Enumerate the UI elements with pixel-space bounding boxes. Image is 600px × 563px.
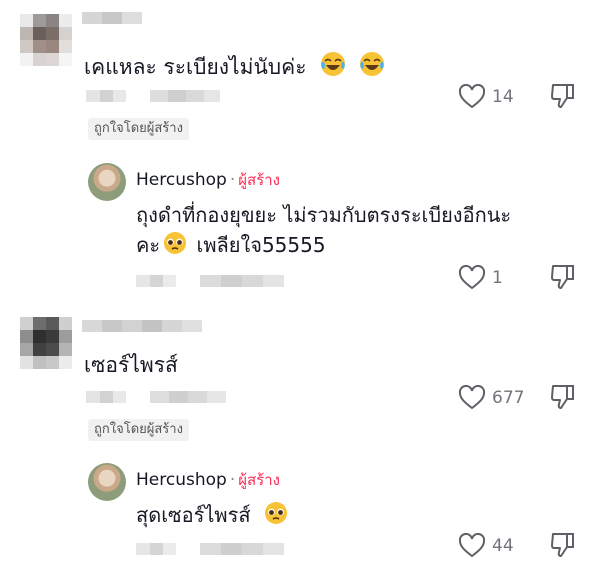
avatar[interactable]	[20, 317, 72, 369]
like-count: 14	[492, 87, 514, 107]
reply-header: Hercushop · ผู้สร้าง	[136, 170, 280, 190]
heart-outline-icon[interactable]	[458, 532, 486, 563]
avatar[interactable]	[88, 463, 126, 501]
timestamp-blurred	[86, 391, 126, 403]
face-with-tears-of-joy-icon	[319, 50, 347, 85]
creator-tag: ผู้สร้าง	[238, 171, 280, 189]
reply-link-blurred[interactable]	[150, 391, 226, 403]
pleading-face-icon	[162, 230, 188, 264]
like-count: 1	[492, 268, 503, 288]
avatar[interactable]	[88, 163, 126, 201]
pleading-face-icon	[263, 500, 289, 534]
like-count: 677	[492, 388, 525, 408]
heart-outline-icon[interactable]	[458, 83, 486, 114]
like-count: 44	[492, 536, 514, 556]
reply-header: Hercushop · ผู้สร้าง	[136, 470, 280, 490]
creator-liked-badge: ถูกใจโดยผู้สร้าง	[88, 118, 189, 140]
creator-liked-badge: ถูกใจโดยผู้สร้าง	[88, 419, 189, 441]
timestamp-blurred	[136, 543, 176, 555]
reply-link-blurred[interactable]	[200, 275, 284, 287]
face-with-tears-of-joy-icon	[358, 50, 386, 85]
author-name[interactable]: Hercushop	[136, 170, 227, 190]
comment-text: เคแหละ ระเบียงไม่นับค่ะ	[84, 50, 386, 85]
username-blurred[interactable]	[82, 320, 202, 332]
avatar[interactable]	[20, 14, 72, 66]
thumbs-down-icon[interactable]	[550, 383, 576, 415]
heart-outline-icon[interactable]	[458, 384, 486, 415]
author-name[interactable]: Hercushop	[136, 470, 227, 490]
thumbs-down-icon[interactable]	[550, 82, 576, 114]
reply-link-blurred[interactable]	[200, 543, 284, 555]
timestamp-blurred	[86, 90, 126, 102]
timestamp-blurred	[136, 275, 176, 287]
comment-text: เซอร์ไพรส์	[84, 353, 178, 377]
reply-text: ถุงดำที่กองยุขยะ ไม่รวมกับตรงระเบียงอีกน…	[136, 200, 586, 264]
reply-link-blurred[interactable]	[150, 90, 220, 102]
heart-outline-icon[interactable]	[458, 264, 486, 295]
thumbs-down-icon[interactable]	[550, 263, 576, 295]
thumbs-down-icon[interactable]	[550, 531, 576, 563]
username-blurred[interactable]	[82, 12, 142, 24]
reply-text: สุดเซอร์ไพรส์	[136, 500, 289, 534]
creator-tag: ผู้สร้าง	[238, 471, 280, 489]
